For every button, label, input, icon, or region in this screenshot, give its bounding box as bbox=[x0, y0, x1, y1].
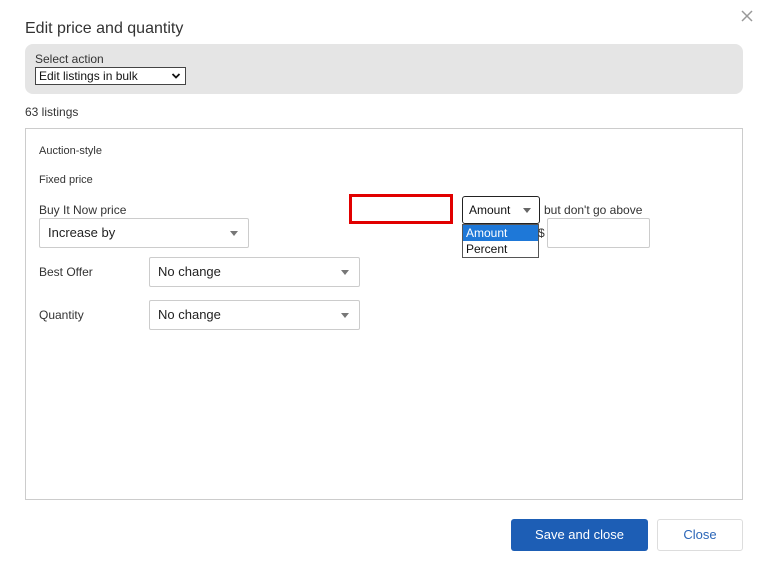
price-cap-input[interactable] bbox=[547, 218, 650, 248]
price-unit-value: Amount bbox=[469, 203, 511, 217]
best-offer-value: No change bbox=[158, 264, 221, 279]
quantity-select[interactable]: No change bbox=[149, 300, 360, 330]
buy-it-now-label: Buy It Now price bbox=[39, 203, 127, 217]
best-offer-label: Best Offer bbox=[39, 265, 93, 279]
best-offer-select[interactable]: No change bbox=[149, 257, 360, 287]
fixed-price-label: Fixed price bbox=[39, 174, 93, 186]
chevron-down-icon bbox=[171, 73, 181, 79]
auction-style-label: Auction-style bbox=[39, 145, 102, 157]
dropdown-arrow-icon bbox=[341, 270, 349, 275]
unit-option-amount[interactable]: Amount bbox=[463, 225, 538, 241]
price-unit-options: Amount Percent bbox=[462, 224, 539, 258]
select-action-dropdown[interactable]: Edit listings in bulk bbox=[35, 67, 186, 85]
buy-it-now-mode-value: Increase by bbox=[48, 225, 116, 240]
quantity-label: Quantity bbox=[39, 308, 84, 322]
save-and-close-button[interactable]: Save and close bbox=[511, 519, 648, 551]
currency-symbol: $ bbox=[538, 226, 545, 240]
select-action-label: Select action bbox=[35, 52, 104, 66]
edit-panel bbox=[25, 128, 743, 500]
close-button[interactable]: Close bbox=[657, 519, 743, 551]
quantity-value: No change bbox=[158, 307, 221, 322]
dropdown-arrow-icon bbox=[341, 313, 349, 318]
dropdown-arrow-icon bbox=[523, 208, 531, 213]
unit-option-percent[interactable]: Percent bbox=[463, 241, 538, 257]
price-unit-select[interactable]: Amount bbox=[462, 196, 540, 224]
listings-count: 63 listings bbox=[25, 105, 79, 119]
select-action-value: Edit listings in bulk bbox=[39, 69, 138, 83]
close-icon[interactable] bbox=[740, 9, 754, 23]
close-icon-glyph bbox=[741, 10, 753, 22]
select-action-box: Select action Edit listings in bulk bbox=[25, 44, 743, 94]
dropdown-arrow-icon bbox=[230, 231, 238, 236]
buy-it-now-value-input[interactable] bbox=[349, 194, 453, 224]
price-cap-label: but don't go above bbox=[544, 203, 643, 217]
buy-it-now-mode-select[interactable]: Increase by bbox=[39, 218, 249, 248]
dialog-title: Edit price and quantity bbox=[25, 20, 184, 37]
